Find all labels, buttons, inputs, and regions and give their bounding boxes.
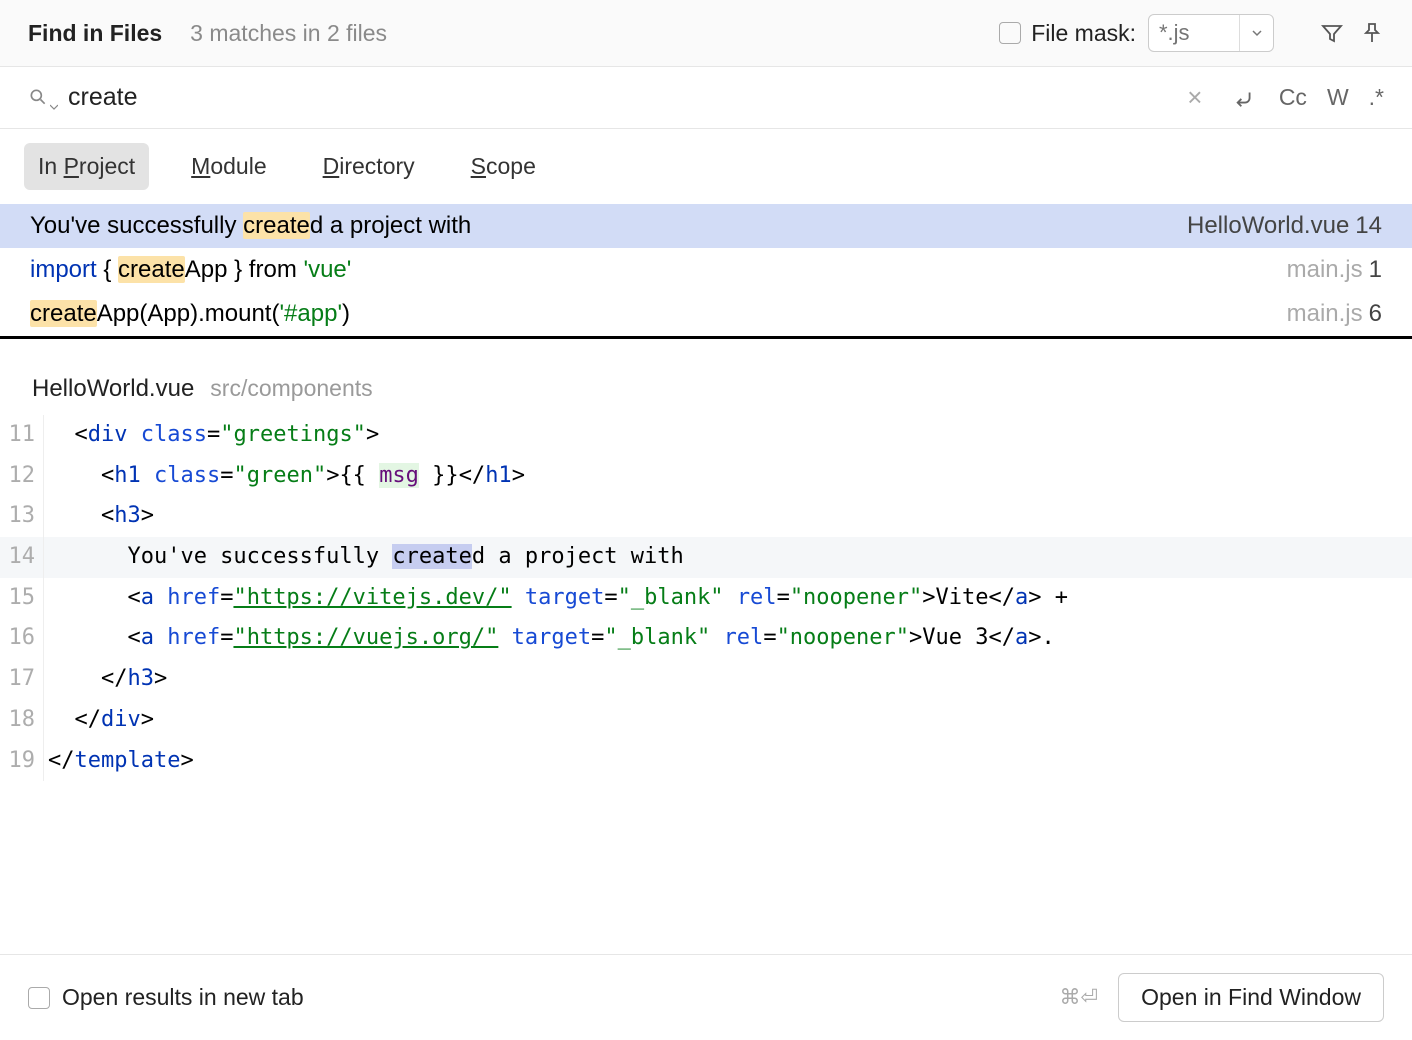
result-row[interactable]: You've successfully created a project wi… <box>0 204 1412 248</box>
clear-icon[interactable]: × <box>1181 84 1209 112</box>
tab-scope[interactable]: Scope <box>457 143 550 190</box>
result-line: 14 <box>1355 212 1382 240</box>
chevron-down-icon[interactable] <box>1239 15 1273 51</box>
result-file: main.js <box>1287 256 1363 284</box>
file-mask-label: File mask: <box>1031 20 1136 47</box>
scope-tabs: In Project Module Directory Scope <box>0 129 1412 204</box>
tab-module[interactable]: Module <box>177 143 280 190</box>
newline-icon[interactable] <box>1231 84 1259 112</box>
result-file: HelloWorld.vue <box>1187 212 1349 240</box>
match-count: 3 matches in 2 files <box>190 20 387 47</box>
tab-in-project[interactable]: In Project <box>24 143 149 190</box>
filter-icon[interactable] <box>1320 21 1344 45</box>
header: Find in Files 3 matches in 2 files File … <box>0 0 1412 67</box>
search-row: × Cc W .* <box>0 67 1412 129</box>
results-list: You've successfully created a project wi… <box>0 204 1412 339</box>
file-mask-input[interactable] <box>1149 20 1239 46</box>
preview-file-name: HelloWorld.vue <box>32 375 194 403</box>
pin-icon[interactable] <box>1360 21 1384 45</box>
open-in-find-window-button[interactable]: Open in Find Window <box>1118 973 1384 1022</box>
result-file: main.js <box>1287 300 1363 328</box>
regex-button[interactable]: .* <box>1369 84 1384 111</box>
open-new-tab-checkbox[interactable] <box>28 987 50 1009</box>
open-new-tab-label: Open results in new tab <box>62 984 304 1011</box>
dialog-title: Find in Files <box>28 20 162 47</box>
preview-pane: HelloWorld.vue src/components 11 <div cl… <box>0 339 1412 781</box>
match-case-button[interactable]: Cc <box>1279 84 1307 111</box>
whole-words-button[interactable]: W <box>1327 84 1349 111</box>
file-mask-combobox[interactable] <box>1148 14 1274 52</box>
file-mask-checkbox[interactable] <box>999 22 1021 44</box>
result-line: 1 <box>1369 256 1382 284</box>
result-row[interactable]: import { createApp } from 'vue' main.js … <box>0 248 1412 292</box>
preview-file-path: src/components <box>210 375 372 402</box>
footer: Open results in new tab ⌘⏎ Open in Find … <box>0 954 1412 1040</box>
shortcut-hint: ⌘⏎ <box>1060 985 1099 1010</box>
tab-directory[interactable]: Directory <box>309 143 429 190</box>
result-row[interactable]: createApp(App).mount('#app') main.js 6 <box>0 292 1412 336</box>
result-line: 6 <box>1369 300 1382 328</box>
search-icon[interactable] <box>28 87 50 109</box>
code-editor[interactable]: 11 <div class="greetings"> 12 <h1 class=… <box>0 415 1412 781</box>
search-input[interactable] <box>68 83 1159 112</box>
